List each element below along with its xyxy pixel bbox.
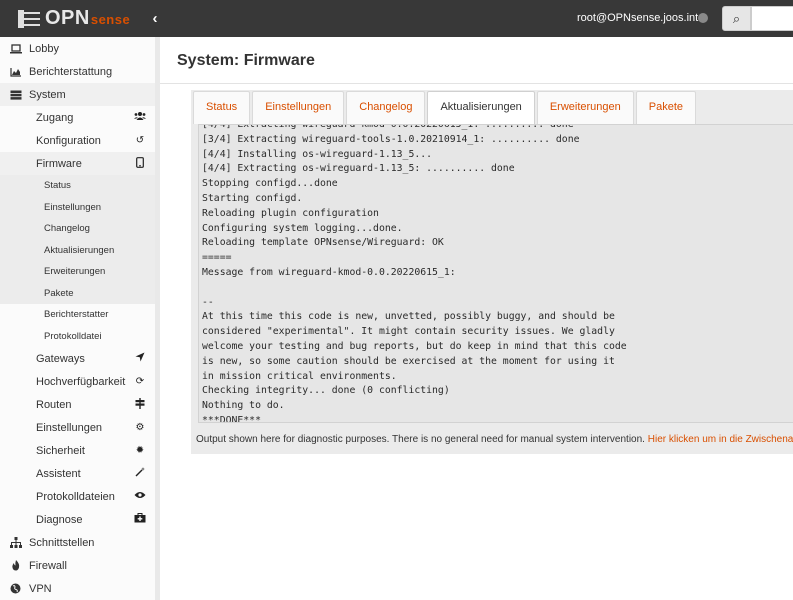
server-icon bbox=[9, 89, 22, 101]
sidebar-item-gateways[interactable]: Gateways bbox=[0, 347, 155, 370]
sidebar-subitem-status[interactable]: Status bbox=[0, 175, 155, 197]
tab-erweiterungen[interactable]: Erweiterungen bbox=[536, 91, 634, 124]
eye-icon bbox=[134, 491, 146, 502]
sidebar-item-label: Zugang bbox=[36, 111, 74, 124]
sidebar-item-firewall[interactable]: Firewall bbox=[0, 554, 155, 577]
map-signs-icon bbox=[134, 397, 146, 412]
sidebar-subitem-aktualisierungen[interactable]: Aktualisierungen bbox=[0, 239, 155, 261]
sidebar-item-zugang[interactable]: Zugang bbox=[0, 106, 155, 129]
tab-aktualisierungen[interactable]: Aktualisierungen bbox=[427, 91, 535, 125]
note-text: Output shown here for diagnostic purpose… bbox=[196, 434, 645, 445]
magic-icon bbox=[134, 467, 146, 480]
top-navbar: OPNsense ‹ root@OPNsense.joos.int ⌕ bbox=[0, 0, 793, 37]
status-indicator-icon[interactable] bbox=[698, 13, 708, 23]
history-icon: ↺ bbox=[135, 135, 145, 146]
sidebar-item-diagnose[interactable]: Diagnose bbox=[0, 508, 155, 531]
sidebar-subitem-berichterstatter[interactable]: Berichterstatter bbox=[0, 304, 155, 326]
sidebar-item-label: Sicherheit bbox=[36, 444, 85, 457]
refresh-icon: ⟳ bbox=[135, 376, 145, 387]
sidebar-item-firmware[interactable]: Firmware bbox=[0, 152, 155, 175]
sidebar-item-hochverfuegbarkeit[interactable]: Hochverfügbarkeit ⟳ bbox=[0, 370, 155, 393]
sidebar-item-routen[interactable]: Routen bbox=[0, 393, 155, 416]
globe-icon bbox=[9, 583, 22, 595]
title-divider bbox=[160, 83, 793, 84]
sidebar-collapse-icon[interactable]: ‹ bbox=[148, 10, 162, 28]
sidebar-subitem-pakete[interactable]: Pakete bbox=[0, 282, 155, 304]
tab-changelog[interactable]: Changelog bbox=[346, 91, 426, 124]
sidebar-item-assistent[interactable]: Assistent bbox=[0, 462, 155, 485]
sidebar-item-label: Schnittstellen bbox=[29, 536, 95, 549]
sidebar-item-schnittstellen[interactable]: Schnittstellen bbox=[0, 531, 155, 554]
sidebar-item-berichterstattung[interactable]: Berichterstattung bbox=[0, 60, 155, 83]
area-chart-icon bbox=[9, 66, 22, 78]
sidebar-item-label: Einstellungen bbox=[36, 421, 103, 434]
sidebar-item-label: Gateways bbox=[36, 352, 85, 365]
fire-icon bbox=[9, 560, 22, 572]
diagnostic-note: Output shown here for diagnostic purpose… bbox=[196, 434, 793, 445]
update-log-output[interactable]: [4/4] Extracting wireguard-kmod-0.0.2022… bbox=[198, 124, 793, 423]
search-button[interactable]: ⌕ bbox=[722, 6, 751, 31]
sidebar-item-label: Routen bbox=[36, 398, 72, 411]
sidebar-subitem-changelog[interactable]: Changelog bbox=[0, 218, 155, 240]
user-menu[interactable]: root@OPNsense.joos.int bbox=[577, 12, 698, 24]
sidebar-item-label: Assistent bbox=[36, 467, 81, 480]
sidebar-item-label: Konfiguration bbox=[36, 134, 101, 147]
mobile-icon bbox=[134, 156, 146, 171]
sidebar-item-lobby[interactable]: Lobby bbox=[0, 37, 155, 60]
sidebar-item-label: Diagnose bbox=[36, 513, 83, 526]
tab-einstellungen[interactable]: Einstellungen bbox=[252, 91, 345, 124]
log-text: [4/4] Extracting wireguard-kmod-0.0.2022… bbox=[202, 124, 627, 423]
sidebar-item-label: VPN bbox=[29, 582, 52, 595]
sidebar-item-label: Protokolldateien bbox=[36, 490, 115, 503]
search-input[interactable] bbox=[751, 6, 793, 31]
location-arrow-icon bbox=[134, 352, 146, 365]
sidebar-item-label: System bbox=[29, 88, 66, 101]
sidebar-subitem-einstellungen[interactable]: Einstellungen bbox=[0, 196, 155, 218]
sidebar-item-label: Berichterstattung bbox=[29, 65, 113, 78]
brand-logo[interactable]: OPNsense bbox=[0, 0, 145, 37]
firmware-panel: Status Einstellungen Changelog Aktualisi… bbox=[191, 90, 793, 454]
tab-bar: Status Einstellungen Changelog Aktualisi… bbox=[191, 90, 698, 125]
search-icon: ⌕ bbox=[732, 11, 741, 26]
sidebar-item-einstellungen[interactable]: Einstellungen ⚙ bbox=[0, 416, 155, 439]
certificate-icon: ✹ bbox=[135, 445, 145, 456]
sidebar-item-konfiguration[interactable]: Konfiguration ↺ bbox=[0, 129, 155, 152]
tab-pakete[interactable]: Pakete bbox=[635, 91, 696, 124]
page-title: System: Firmware bbox=[177, 52, 315, 69]
logo-text: OPNsense bbox=[45, 7, 131, 29]
sitemap-icon bbox=[9, 537, 22, 549]
medkit-icon bbox=[134, 513, 146, 526]
sidebar-item-sicherheit[interactable]: Sicherheit ✹ bbox=[0, 439, 155, 462]
sidebar-item-label: Lobby bbox=[29, 42, 59, 55]
tab-status[interactable]: Status bbox=[193, 91, 251, 124]
sidebar-subitem-protokolldatei[interactable]: Protokolldatei bbox=[0, 325, 155, 347]
sidebar-item-system[interactable]: System bbox=[0, 83, 155, 106]
sidebar-item-label: Firewall bbox=[29, 559, 67, 572]
main-content: System: Firmware Status Einstellungen Ch… bbox=[160, 37, 793, 600]
users-icon bbox=[134, 111, 146, 124]
cogs-icon: ⚙ bbox=[135, 422, 145, 433]
sidebar-item-protokolldateien[interactable]: Protokolldateien bbox=[0, 485, 155, 508]
sidebar-item-label: Firmware bbox=[36, 157, 82, 170]
sidebar-item-label: Hochverfügbarkeit bbox=[36, 375, 126, 388]
sidebar-subitem-erweiterungen[interactable]: Erweiterungen bbox=[0, 261, 155, 283]
opnsense-logo-icon bbox=[18, 8, 42, 30]
copy-to-clipboard-link[interactable]: Hier klicken um in die Zwischenablage bbox=[648, 434, 793, 445]
sidebar: Lobby Berichterstattung System Zugang Ko… bbox=[0, 37, 160, 600]
laptop-icon bbox=[9, 43, 22, 55]
sidebar-item-vpn[interactable]: VPN bbox=[0, 577, 155, 600]
